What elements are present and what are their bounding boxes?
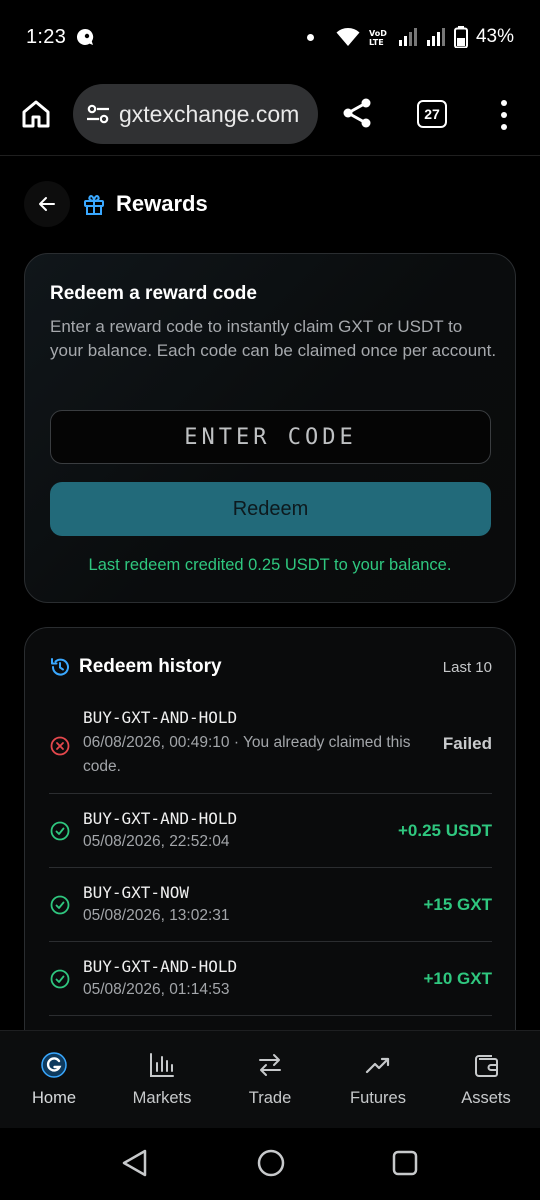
chat-bubble-icon xyxy=(77,28,94,45)
history-title: Redeem history xyxy=(79,656,222,677)
page-header: Rewards xyxy=(24,178,516,230)
nav-markets[interactable]: Markets xyxy=(108,1031,216,1128)
site-settings-icon[interactable] xyxy=(85,101,111,127)
nav-trade[interactable]: Trade xyxy=(216,1031,324,1128)
history-detail: 05/08/2026, 01:14:53 xyxy=(83,981,230,998)
wallet-icon xyxy=(475,1055,498,1077)
browser-toolbar: gxtexchange.com 27 xyxy=(0,74,540,156)
history-amount: +15 GXT xyxy=(423,895,492,914)
nav-assets[interactable]: Assets xyxy=(432,1031,540,1128)
system-nav-bar xyxy=(0,1128,540,1200)
battery-percent: 43% xyxy=(475,26,514,47)
history-header: Redeem history Last 10 xyxy=(49,656,492,678)
page-title: Rewards xyxy=(116,191,208,216)
url-bar[interactable]: gxtexchange.com xyxy=(73,84,318,144)
nav-label: Home xyxy=(31,1089,76,1107)
signal-icon-1 xyxy=(398,28,417,46)
last-redeem-note: Last redeem credited 0.25 USDT to your b… xyxy=(88,556,452,574)
history-row: BUY-GXT-AND-HOLD 06/08/2026, 00:49:10 · … xyxy=(49,704,492,794)
redeem-button[interactable]: Redeem xyxy=(50,482,491,536)
status-time: 1:23 xyxy=(26,25,67,48)
nav-label: Markets xyxy=(132,1089,192,1107)
history-icon xyxy=(51,658,69,676)
check-circle-icon xyxy=(50,821,70,841)
history-row: BUY-GXT-AND-HOLD 05/08/2026, 01:14:53 +1… xyxy=(49,942,492,1016)
system-home-icon[interactable] xyxy=(256,1148,286,1178)
more-vert-icon[interactable] xyxy=(494,98,514,132)
history-count: Last 10 xyxy=(442,658,492,676)
url-text: gxtexchange.com xyxy=(119,100,300,127)
signal-icon-2 xyxy=(426,28,445,46)
history-row: BUY-GXT-AND-HOLD 05/08/2026, 22:52:04 +0… xyxy=(49,794,492,868)
gift-icon xyxy=(84,195,104,215)
history-amount: +10 GXT xyxy=(423,969,492,988)
nav-futures[interactable]: Futures xyxy=(324,1031,432,1128)
nav-home[interactable]: Home xyxy=(0,1031,108,1128)
history-row: BUY-GXT-NOW 05/08/2026, 13:02:31 +15 GXT xyxy=(49,868,492,942)
history-detail: 06/08/2026, 00:49:10 · You already claim… xyxy=(83,734,411,775)
share-icon[interactable] xyxy=(340,96,374,130)
nav-label: Assets xyxy=(461,1089,511,1107)
redeem-title: Redeem a reward code xyxy=(50,283,257,304)
trending-up-icon xyxy=(365,1057,390,1074)
tab-switcher-button[interactable]: 27 xyxy=(417,100,447,128)
history-code: BUY-GXT-AND-HOLD xyxy=(83,809,238,828)
history-detail: 05/08/2026, 22:52:04 xyxy=(83,833,230,850)
redeem-card: Redeem a reward code Enter a reward code… xyxy=(24,253,516,603)
gxt-logo-icon xyxy=(41,1052,67,1078)
back-button[interactable] xyxy=(24,181,70,227)
svg-text:LTE: LTE xyxy=(369,38,384,47)
nav-label: Trade xyxy=(248,1089,292,1107)
reward-code-input[interactable] xyxy=(50,410,491,464)
battery-icon xyxy=(453,26,468,48)
history-detail: 05/08/2026, 13:02:31 xyxy=(83,907,230,924)
svg-text:VoD: VoD xyxy=(369,29,387,38)
system-recents-icon[interactable] xyxy=(391,1149,419,1177)
check-circle-icon xyxy=(50,895,70,915)
history-code: BUY-GXT-AND-HOLD xyxy=(83,957,238,976)
status-bar: 1:23 VoD LTE 43% xyxy=(0,0,540,74)
notification-dot xyxy=(306,33,314,41)
swap-arrows-icon xyxy=(259,1054,281,1076)
redeem-description: Enter a reward code to instantly claim G… xyxy=(50,317,497,360)
history-code: BUY-GXT-NOW xyxy=(83,883,189,902)
home-icon[interactable] xyxy=(20,98,52,130)
history-amount: Failed xyxy=(442,734,492,753)
tab-count: 27 xyxy=(424,106,440,122)
bar-chart-icon xyxy=(150,1053,174,1077)
arrow-left-icon xyxy=(39,197,55,211)
history-amount: +0.25 USDT xyxy=(397,821,492,840)
wifi-icon xyxy=(336,28,360,46)
history-code: BUY-GXT-AND-HOLD xyxy=(83,708,238,727)
error-circle-icon xyxy=(50,736,70,756)
check-circle-icon xyxy=(50,969,70,989)
redeem-history-card: Redeem history Last 10 BUY-GXT-AND-HOLD … xyxy=(24,627,516,1067)
volte-icon: VoD LTE xyxy=(369,29,387,47)
bottom-nav: Home Markets Trade Futures Assets xyxy=(0,1030,540,1128)
system-back-icon[interactable] xyxy=(120,1148,150,1178)
nav-label: Futures xyxy=(350,1089,406,1107)
